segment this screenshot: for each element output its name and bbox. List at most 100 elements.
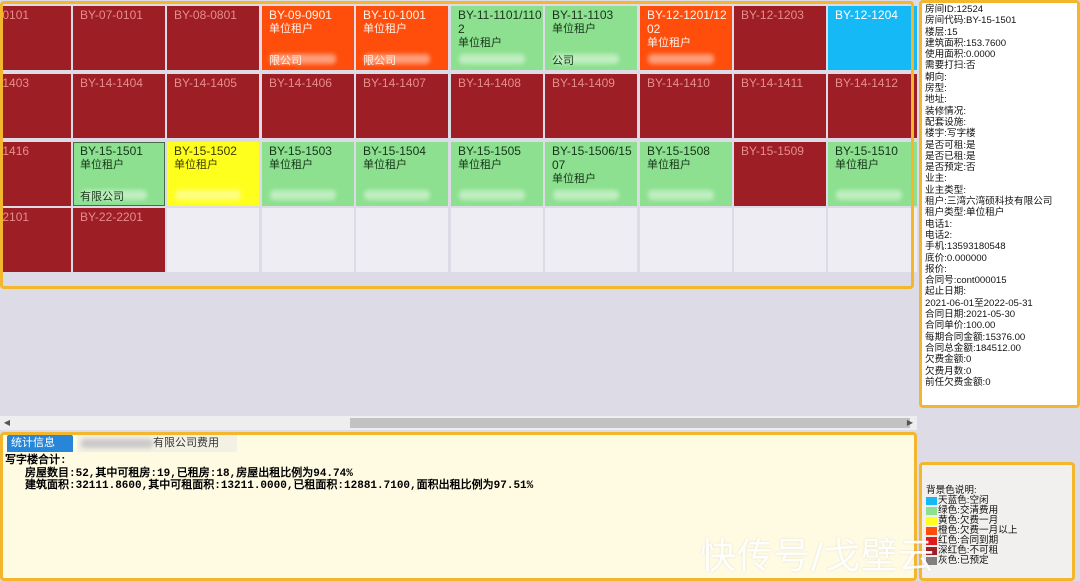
tab-stats-info[interactable]: 统计信息 — [7, 435, 73, 452]
tenant-type: 单位租户 — [80, 159, 124, 171]
room-code: BY-14-1410 — [647, 76, 710, 90]
room-code: BY-12-1203 — [741, 8, 804, 22]
room-cell[interactable]: BY-07-0101 — [73, 6, 165, 70]
room-cell[interactable]: BY-22-2201 — [73, 208, 165, 272]
room-cell[interactable]: BY-12-1203 — [734, 6, 826, 70]
tenant-type: 单位租户 — [552, 173, 596, 185]
redacted-text — [836, 190, 902, 200]
info-line: 电话1: — [925, 218, 953, 230]
room-code: BY-12-1204 — [835, 8, 898, 22]
room-code: BY-15-1504 — [363, 144, 426, 158]
empty-room-cell — [545, 208, 637, 272]
room-code: BY-15-1509 — [741, 144, 804, 158]
tenant-type: 单位租户 — [269, 159, 313, 171]
stats-body: 写字楼合计: 房屋数目:52,其中可租房:19,已租房:18,房屋出租比例为94… — [3, 455, 914, 493]
room-cell[interactable]: BY-15-1502 单位租户 — [167, 142, 259, 206]
room-cell[interactable]: BY-15-1510 单位租户 — [828, 142, 917, 206]
tenant-type: 单位租户 — [647, 37, 691, 49]
room-cell[interactable]: BY-15-1504 单位租户 — [356, 142, 448, 206]
room-code: BY-15-1503 — [269, 144, 332, 158]
room-cell[interactable]: BY-15-1501 单位租户 有限公司 — [73, 142, 165, 206]
room-code: BY-11-1101/1102 — [458, 8, 542, 36]
room-cell[interactable]: BY-15-1506/1507 单位租户 — [545, 142, 637, 206]
stats-area-line: 建筑面积:32111.8600,其中可租面积:13211.0000,已租面积:1… — [25, 480, 534, 492]
room-code: BY-15-1508 — [647, 144, 710, 158]
room-cell[interactable]: BY-09-0901 单位租户限公司 — [262, 6, 354, 70]
room-code: BY-15-1510 — [835, 144, 898, 158]
room-code: BY-10-1001 — [363, 8, 426, 22]
tenant-type: 单位租户 — [552, 23, 596, 35]
room-cell[interactable]: BY-14-1408 — [451, 74, 543, 138]
tenant-type: 单位租户 — [835, 159, 879, 171]
tab-company-fees[interactable]: 有限公司费用 — [77, 435, 237, 452]
info-line: 每期合同金额:15376.00 — [925, 331, 1026, 343]
room-cell[interactable]: BY-15-1509 — [734, 142, 826, 206]
info-line: 租户:三湾六湾硕科技有限公司 — [925, 196, 1053, 208]
room-cell[interactable]: BY-11-1103 单位租户 公司 — [545, 6, 637, 70]
room-cell[interactable]: BY-15-1505 单位租户 — [451, 142, 543, 206]
tenant-name-suffix: 限公司 — [363, 55, 396, 67]
redacted-text — [364, 190, 430, 200]
empty-room-cell — [828, 208, 917, 272]
tenant-name-suffix: 限公司 — [269, 55, 302, 67]
room-cell[interactable]: BY-08-0801 — [167, 6, 259, 70]
info-line: 业主: — [925, 173, 947, 185]
redacted-text — [81, 438, 153, 448]
room-cell[interactable]: BY-14-1404 — [73, 74, 165, 138]
room-cell[interactable]: BY-14-1410 — [640, 74, 732, 138]
legend-swatch — [926, 497, 937, 505]
info-line: 2021-06-01至2022-05-31 — [925, 297, 1033, 309]
tenant-type: 单位租户 — [458, 159, 502, 171]
info-line: 是否可租:是 — [925, 139, 976, 151]
room-cell[interactable]: BY-11-1101/1102 单位租户 — [451, 6, 543, 70]
room-info-panel: 房间ID:12524 房间代码:BY-15-1501 楼层:15 建筑面积:153.7… — [919, 0, 1080, 408]
scrollbar-thumb[interactable] — [350, 418, 910, 428]
room-cell[interactable]: BY-14-1409 — [545, 74, 637, 138]
room-code: BY-09-0901 — [269, 8, 332, 22]
room-cell[interactable]: BY-12-1201/1202 单位租户 — [640, 6, 732, 70]
legend-swatch — [926, 517, 937, 525]
info-line: 手机:13593180548 — [925, 241, 1006, 253]
room-code: BY-08-0801 — [174, 8, 237, 22]
tenant-type: 单位租户 — [269, 23, 313, 35]
room-code: BY-14-1411 — [741, 76, 804, 90]
room-code: BY-07-0101 — [80, 8, 143, 22]
room-cell[interactable]: BY-15-1503 单位租户 — [262, 142, 354, 206]
redacted-text — [648, 190, 714, 200]
empty-room-cell — [451, 208, 543, 272]
info-line: 地址: — [925, 94, 947, 106]
scroll-left-icon[interactable]: ◀ — [0, 416, 14, 430]
room-cell[interactable]: BY-14-1406 — [262, 74, 354, 138]
scroll-right-icon[interactable]: ▶ — [903, 416, 917, 430]
room-cell[interactable]: BY-12-1204 — [828, 6, 917, 70]
info-line: 租户类型:单位租户 — [925, 207, 1005, 219]
info-line: 起止日期: — [925, 286, 967, 298]
room-code: BY-14-1408 — [458, 76, 521, 90]
horizontal-scrollbar[interactable]: ◀ ▶ — [0, 416, 917, 430]
room-cell[interactable]: 14-1416 — [0, 142, 71, 206]
info-line: 房型: — [925, 83, 947, 95]
room-cell[interactable]: BY-14-1405 — [167, 74, 259, 138]
room-cell[interactable]: 21-2101 — [0, 208, 71, 272]
room-cell[interactable]: 14-1403 — [0, 74, 71, 138]
room-code: 14-1416 — [0, 144, 30, 158]
room-cell[interactable]: BY-10-1001 单位租户限公司 — [356, 6, 448, 70]
room-cell[interactable]: BY-14-1411 — [734, 74, 826, 138]
room-grid-panel: 16-0101BY-07-0101BY-08-0801BY-09-0901单位租… — [0, 0, 917, 420]
legend-list: 天蓝色:空闲 绿色:交清费用 黄色:欠费一月 橙色:欠费一月以上 红色:合同到期 深红色:… — [926, 496, 1068, 566]
room-code: BY-22-2201 — [80, 210, 143, 224]
info-line: 底价:0.000000 — [925, 252, 987, 264]
info-line: 是否预定:否 — [925, 162, 976, 174]
tenant-type: 单位租户 — [363, 23, 407, 35]
info-line: 建筑面积:153.7600 — [925, 37, 1007, 49]
empty-room-cell — [734, 208, 826, 272]
info-line: 朝向: — [925, 71, 947, 83]
room-code: BY-14-1405 — [174, 76, 237, 90]
room-cell[interactable]: BY-14-1407 — [356, 74, 448, 138]
room-code: BY-11-1103 — [552, 8, 614, 22]
color-legend-panel: 背景色说明: 天蓝色:空闲 绿色:交清费用 黄色:欠费一月 橙色:欠费一月以上 红色:合… — [919, 462, 1075, 581]
legend-swatch — [926, 507, 937, 515]
room-cell[interactable]: 16-0101 — [0, 6, 71, 70]
room-cell[interactable]: BY-15-1508 单位租户 — [640, 142, 732, 206]
room-cell[interactable]: BY-14-1412 — [828, 74, 917, 138]
